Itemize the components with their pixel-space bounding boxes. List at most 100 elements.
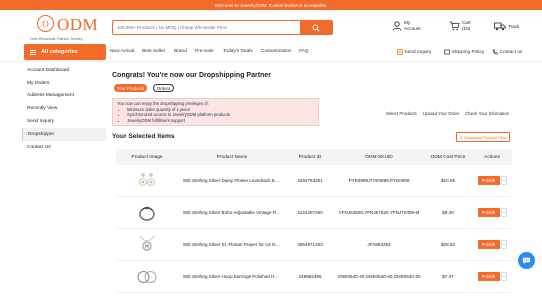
cart-link[interactable]: Cart (19) (449, 20, 471, 32)
tab-orders[interactable]: Orders (153, 84, 174, 92)
product-cost: $28.92 (440, 242, 456, 247)
shipping-icon (444, 49, 450, 55)
announcement-text: Welcome to JewelryODM. Customization is … (214, 2, 328, 8)
chevron-down-icon[interactable] (500, 272, 507, 281)
publish-button[interactable]: Publish (477, 208, 500, 217)
table-row: 925 Sterling Silver St. Florian Prayer f… (116, 229, 512, 261)
nav-best-seller[interactable]: Best Seller (142, 49, 165, 54)
menu-icon (30, 49, 36, 55)
sidebar-item-send-inquiry[interactable]: Send Inquiry (22, 115, 106, 128)
download-label: Download Product Files (464, 134, 507, 140)
pendant-necklace-icon (136, 234, 158, 256)
nav-pre-sale[interactable]: Pre-Sale (195, 49, 214, 54)
product-name-link[interactable]: 925 Sterling Silver Boho Adjustable Vint… (178, 210, 286, 215)
inquiry-icon (397, 49, 403, 55)
nav-faq[interactable]: FAQ (299, 49, 309, 54)
column-header: ODM-SKUID (365, 154, 393, 160)
column-header: Product Image (131, 154, 163, 160)
product-cost: $7.47 (442, 274, 454, 279)
sidebar-item-my-orders[interactable]: My Orders (22, 77, 106, 90)
product-sku: YFNJ63508,YFNJ67520,YFNJ70409-M (338, 210, 420, 215)
site-header: O ODM Odm Wholesale Fashion Jewelry MyAc… (0, 10, 542, 44)
shipping-policy-link[interactable]: Shipping Policy (444, 49, 484, 55)
sidebar-item-recently-view[interactable]: Recently View (22, 102, 106, 115)
search-icon (312, 23, 320, 32)
search-input[interactable] (113, 21, 300, 34)
sidebar-item-contact-us[interactable]: Contact Us (22, 141, 106, 154)
privilege-item: JewelryODM fulfillment support (127, 118, 314, 124)
product-id: 3124257260 (297, 210, 323, 215)
sidebar-item-address-management[interactable]: Address Management (22, 90, 106, 103)
publish-button[interactable]: Publish (477, 176, 500, 185)
chevron-down-icon[interactable] (500, 240, 507, 249)
send-inquiry-link[interactable]: Send Inquiry (397, 49, 431, 55)
chat-button[interactable] (518, 252, 535, 269)
contact-us-link[interactable]: Contact us (492, 49, 522, 55)
logo-text: ODM (57, 15, 99, 34)
table-row: 925 Sterling Silver Hoop Earrings Polish… (116, 261, 512, 293)
announcement-bar: Welcome to JewelryODM. Customization is … (0, 0, 542, 10)
tab-your-products[interactable]: Your Products (114, 84, 147, 92)
truck-icon (494, 22, 506, 31)
account-label-bottom: Account (404, 26, 421, 31)
table-header: Product Image Product Name Product ID OD… (116, 149, 512, 165)
user-icon (392, 21, 402, 31)
nav-todays-deals[interactable]: Today's Deals (223, 49, 253, 54)
nav-customization[interactable]: Customization (261, 49, 291, 54)
selected-items-table: Product Image Product Name Product ID OD… (116, 149, 512, 293)
phone-icon (492, 49, 498, 55)
account-link[interactable]: My Account (392, 20, 421, 32)
product-sku: PYE0999,PYE0999,PYE0999 (348, 178, 410, 183)
column-header: Product Name (216, 154, 248, 160)
product-sku: GNE0540-40,GNE0540-40,GNE0540-20 (337, 274, 421, 279)
product-cost: $9.40 (442, 210, 454, 215)
shipping-policy-label: Shipping Policy (451, 49, 485, 55)
product-id: 3054971453 (297, 242, 323, 247)
chevron-down-icon[interactable] (500, 176, 507, 185)
nav-brand[interactable]: Brand (174, 49, 187, 54)
nav-new-arrival[interactable]: New Arrival (110, 49, 134, 54)
send-inquiry-label: Send Inquiry (404, 49, 432, 55)
chat-icon (522, 257, 531, 264)
contact-us-label: Contact us (499, 49, 523, 55)
chevron-down-icon[interactable] (500, 208, 507, 217)
nav-divider (0, 61, 542, 62)
step-select-products: Select Products (386, 111, 417, 116)
all-categories-button[interactable]: All categories (24, 44, 106, 60)
boho-ring-icon (136, 202, 158, 224)
privileges-notice: You now can enjoy the dropshipping privi… (112, 98, 319, 126)
download-icon: ⇩ (459, 134, 463, 140)
product-name-link[interactable]: 925 Sterling Silver Daisy Flower Leverba… (178, 178, 286, 183)
site-logo[interactable]: O ODM Odm Wholesale Fashion Jewelry (28, 13, 108, 43)
product-id: 4294763251 (297, 178, 323, 183)
product-name-link[interactable]: 925 Sterling Silver St. Florian Prayer f… (178, 242, 286, 247)
step-check-information: Check Your Infomation (465, 111, 510, 116)
download-product-files-button[interactable]: ⇩ Download Product Files (456, 132, 510, 142)
publish-button[interactable]: Publish (477, 272, 500, 281)
publish-button[interactable]: Publish (477, 240, 500, 249)
logo-subtitle: Odm Wholesale Fashion Jewelry (30, 37, 83, 41)
table-row: 925 Sterling Silver Daisy Flower Leverba… (116, 165, 512, 197)
daisy-earrings-icon (136, 170, 158, 192)
sidebar-item-dropshipper[interactable]: Dropshipper (22, 127, 106, 141)
page-title: Congrats! You're now our Dropshipping Pa… (112, 72, 271, 79)
table-row: 925 Sterling Silver Boho Adjustable Vint… (116, 197, 512, 229)
product-sku: JFA963253 (367, 242, 391, 247)
product-name-link[interactable]: 925 Sterling Silver Hoop Earrings Polish… (178, 274, 286, 279)
column-header: Product ID (298, 154, 322, 160)
selected-items-title: Your Selected Items (112, 133, 175, 140)
all-categories-label: All categories (41, 49, 78, 55)
search-button[interactable] (300, 21, 332, 34)
track-label: Track (508, 23, 520, 29)
search-bar (112, 20, 333, 35)
product-cost: $10.05 (440, 178, 456, 183)
column-header: Actions (484, 154, 500, 160)
hoop-earrings-icon (136, 266, 158, 288)
step-upload-order: Upload Your Order (423, 111, 460, 116)
sidebar-item-account-dashboard[interactable]: Account Dashboard (22, 64, 106, 77)
account-sidebar: Account Dashboard My Orders Address Mana… (22, 64, 106, 154)
main-nav: All categories New Arrival Best Seller B… (0, 44, 542, 60)
track-link[interactable]: Track (494, 22, 519, 31)
cart-icon (449, 21, 460, 31)
cart-count: (19) (462, 26, 471, 31)
